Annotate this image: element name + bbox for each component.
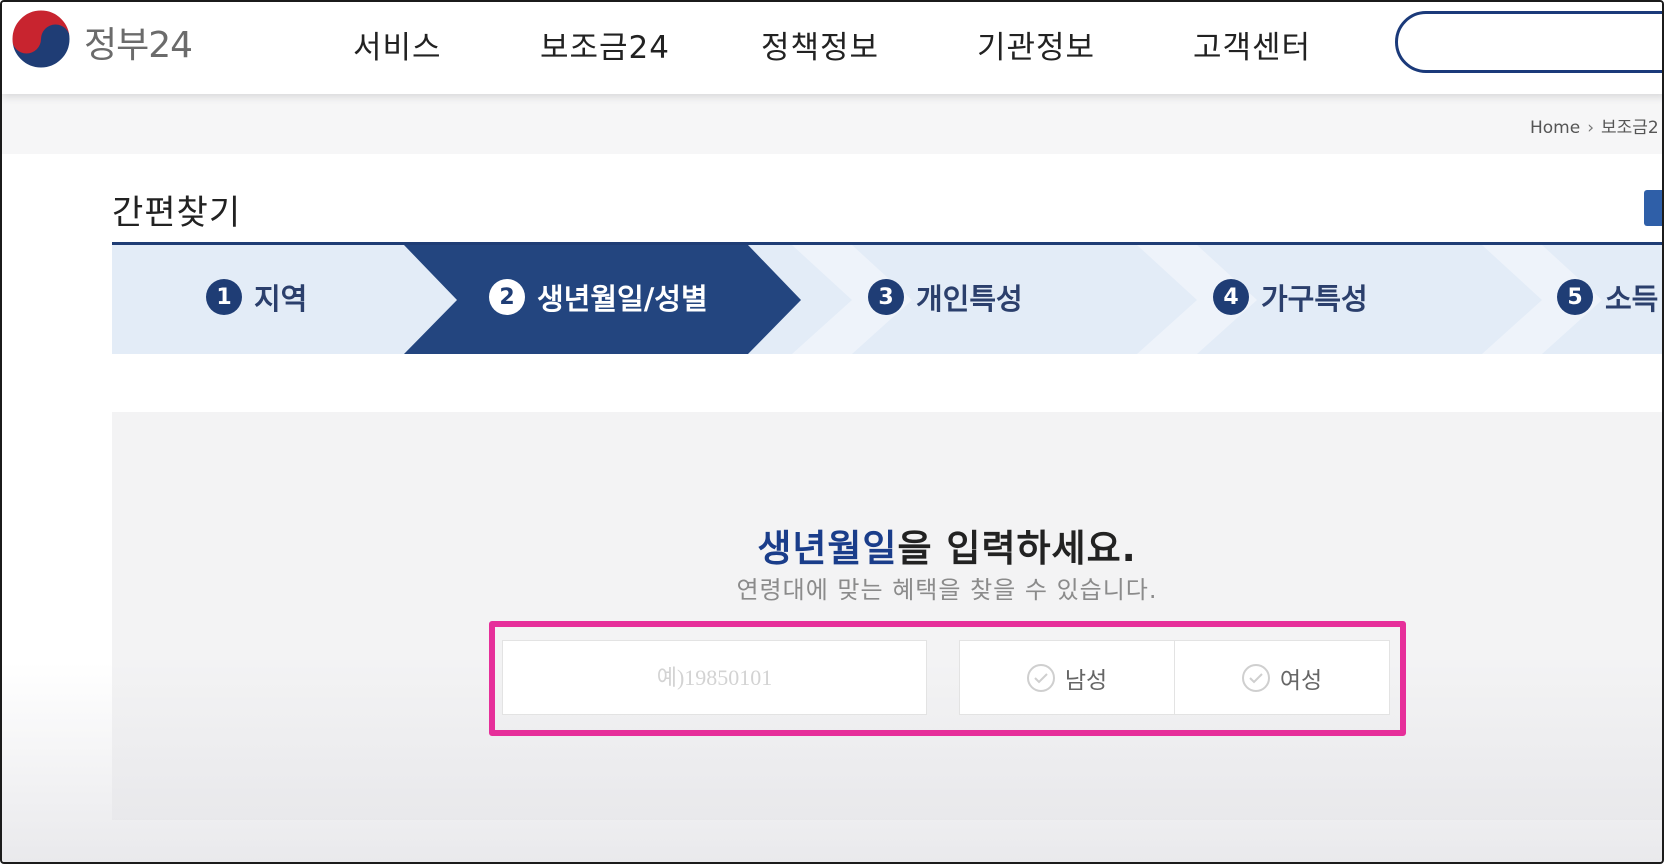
gender-female-label: 여성 xyxy=(1279,667,1323,694)
check-icon xyxy=(1026,663,1055,692)
nav-item-agency-info[interactable]: 기관정보 xyxy=(977,22,1095,67)
form-subtext: 연령대에 맞는 혜택을 찾을 수 있습니다. xyxy=(736,576,1158,604)
search-input[interactable] xyxy=(1395,11,1662,73)
step-number: 1 xyxy=(206,279,242,315)
step-label: 지역 xyxy=(254,282,308,316)
step-region[interactable]: 1 지역 xyxy=(206,276,307,318)
nav-item-subsidy24[interactable]: 보조금24 xyxy=(540,22,670,67)
step-income[interactable]: 5 소득 xyxy=(1557,276,1658,318)
gender-female-option[interactable]: 여성 xyxy=(1174,640,1390,715)
page-title: 간편찾기 xyxy=(112,193,242,233)
logo-text[interactable]: 정부24 xyxy=(84,16,193,68)
step-label: 소득 xyxy=(1605,282,1659,316)
browser-frame: 정부24 서비스 보조금24 정책정보 기관정보 고객센터 Home › 보조금2 … xyxy=(0,0,1664,864)
nav-item-policy-info[interactable]: 정책정보 xyxy=(761,22,879,67)
step-indicator: 1 지역 2 생년월일/성별 3 개인특성 4 가구특성 5 소득 xyxy=(112,242,1662,354)
breadcrumb: Home › 보조금2 xyxy=(1530,113,1659,138)
check-icon xyxy=(1241,663,1270,692)
birth-gender-form: 남성 여성 xyxy=(502,640,1390,716)
print-button[interactable] xyxy=(1644,190,1662,226)
gender-male-option[interactable]: 남성 xyxy=(959,640,1175,715)
gender-male-label: 남성 xyxy=(1064,667,1108,694)
form-heading: 생년월일을 입력하세요. xyxy=(2,518,1662,572)
breadcrumb-current[interactable]: 보조금2 xyxy=(1601,118,1659,138)
step-number: 4 xyxy=(1213,279,1249,315)
step-label: 생년월일/성별 xyxy=(537,282,708,316)
input-panel xyxy=(112,412,1662,820)
step-label: 가구특성 xyxy=(1261,282,1368,316)
breadcrumb-bar xyxy=(2,94,1662,154)
nav-item-services[interactable]: 서비스 xyxy=(353,22,442,67)
government-logo-icon[interactable] xyxy=(10,8,72,70)
heading-rest: 을 입력하세요. xyxy=(897,527,1137,570)
birthdate-field[interactable] xyxy=(502,640,927,715)
step-personal-traits[interactable]: 3 개인특성 xyxy=(868,276,1023,318)
breadcrumb-home[interactable]: Home xyxy=(1530,118,1580,138)
site-header: 정부24 서비스 보조금24 정책정보 기관정보 고객센터 xyxy=(2,2,1662,94)
step-number: 3 xyxy=(868,279,904,315)
step-number: 2 xyxy=(489,279,525,315)
heading-accent: 생년월일 xyxy=(757,527,898,570)
step-household-traits[interactable]: 4 가구특성 xyxy=(1213,276,1368,318)
step-birth-gender[interactable]: 2 생년월일/성별 xyxy=(489,276,708,318)
step-label: 개인특성 xyxy=(916,282,1023,316)
chevron-right-icon: › xyxy=(1587,118,1595,138)
nav-item-customer-center[interactable]: 고객센터 xyxy=(1193,22,1311,67)
step-number: 5 xyxy=(1557,279,1593,315)
